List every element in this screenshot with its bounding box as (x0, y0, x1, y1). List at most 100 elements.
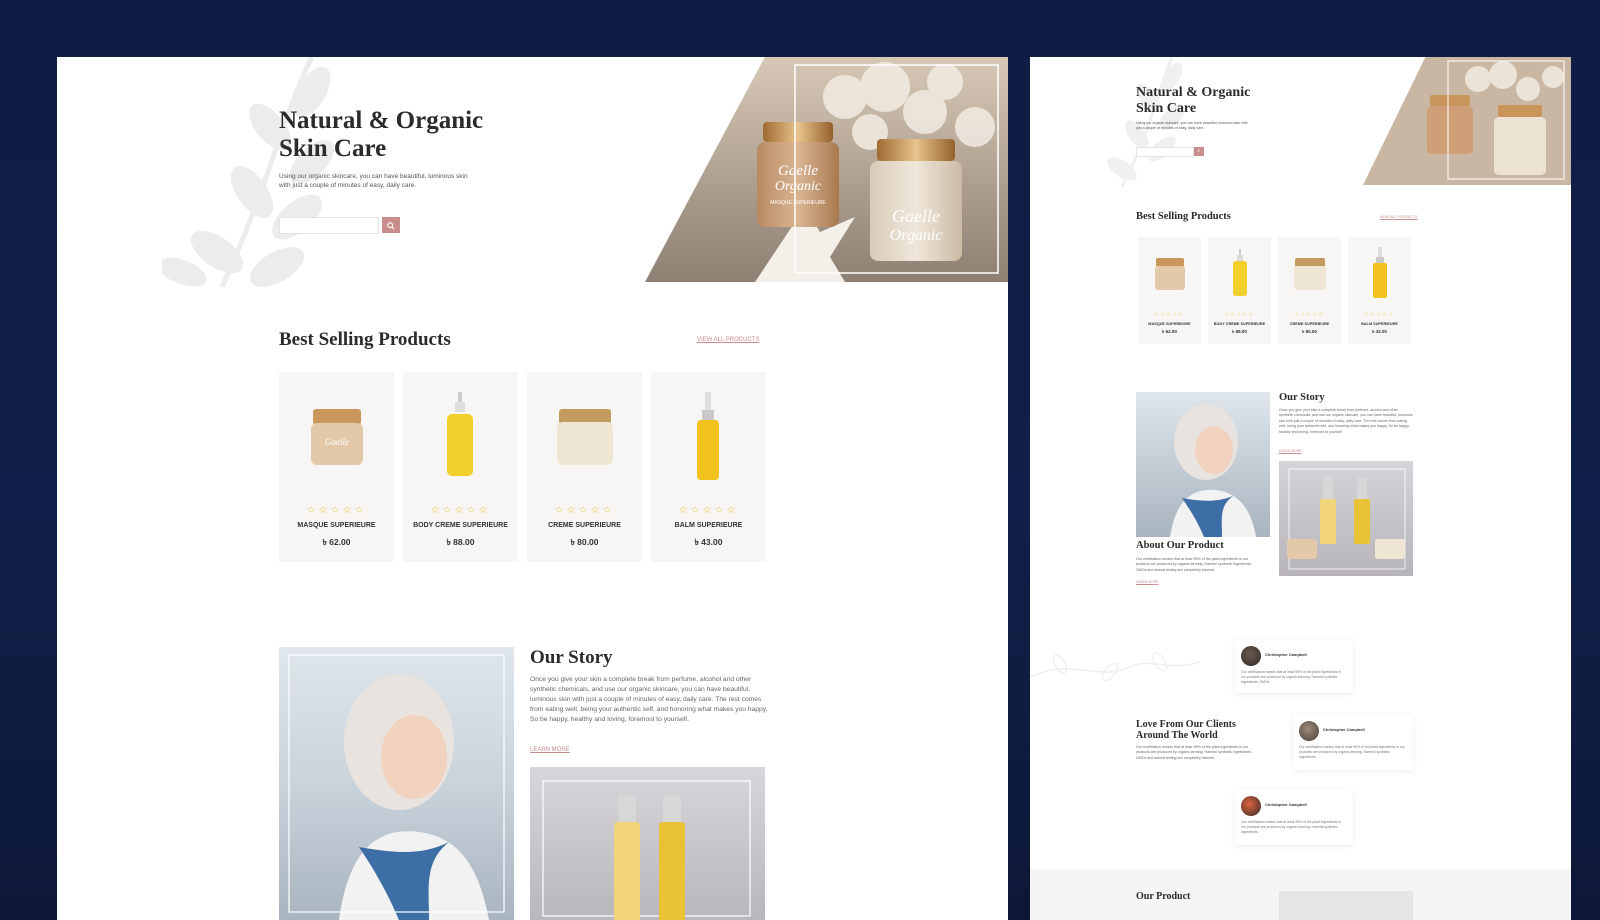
compact-product-image (1279, 461, 1413, 576)
our-product-image-placeholder (1279, 891, 1413, 920)
avatar (1299, 721, 1319, 741)
product-name[interactable]: BALM SUPERIEURE (651, 522, 766, 529)
testimonials-text: Our certification means that at least 95… (1136, 745, 1252, 760)
search-icon (387, 222, 395, 230)
compact-story-portrait (1136, 392, 1270, 537)
testimonial-text: Our certification means that at least 95… (1299, 745, 1405, 760)
hero-title-line2: Skin Care (279, 135, 387, 162)
testimonial-card: Christopher Campbell Our certification m… (1235, 790, 1353, 845)
svg-text:Gaelle: Gaelle (325, 437, 349, 447)
rating-stars: ☆☆☆☆☆ (554, 505, 615, 516)
product-card[interactable]: Gaelle ☆☆☆☆☆ MASQUE SUPERIEURE ৳ 62.00 (279, 372, 394, 562)
product-name[interactable]: BODY CREME SUPERIEURE (1208, 322, 1271, 326)
jar2-brand-line2: Organic (890, 227, 943, 244)
product-price: ৳ 62.00 (322, 537, 351, 547)
avatar (1241, 646, 1261, 666)
story-text: Once you give your skin a complete break… (530, 676, 768, 724)
product-price: ৳ 88.00 (446, 537, 475, 547)
compact-search-button[interactable]: ⌕ (1194, 147, 1204, 156)
compact-product-card[interactable]: ☆☆☆☆☆ MASQUE SUPERIEURE ৳ 62.00 (1138, 237, 1201, 344)
story-product-image (530, 767, 765, 920)
best-selling-title: Best Selling Products (279, 329, 451, 350)
testimonial-card: Christopher Campbell Our certification m… (1235, 640, 1353, 693)
hero-title-line1: Natural & Organic (279, 107, 484, 134)
product-card[interactable]: ☆☆☆☆☆ BODY CREME SUPERIEURE ৳ 88.00 (403, 372, 518, 562)
rating-stars: ☆☆☆☆☆ (1224, 312, 1255, 318)
compact-hero-title: Natural & Organic Skin Care (1136, 85, 1250, 116)
product-name[interactable]: CREME SUPERIEURE (527, 522, 642, 529)
jar2-brand-line1: Gaelle (892, 206, 940, 226)
compact-hero-title-line1: Natural & Organic (1136, 85, 1251, 100)
compact-story-learn-more[interactable]: LEARN MORE (1279, 449, 1301, 453)
compact-product-card[interactable]: ☆☆☆☆☆ CREME SUPERIEURE ৳ 80.00 (1278, 237, 1341, 344)
compact-about-title: About Our Product (1136, 540, 1224, 551)
jar-product-image: Gaelle (311, 409, 363, 465)
product-price: ৳ 80.00 (1302, 329, 1317, 334)
bottle-product-image (447, 392, 473, 476)
jar-product-image (1155, 258, 1185, 290)
product-card[interactable]: ☆☆☆☆☆ CREME SUPERIEURE ৳ 80.00 (527, 372, 642, 562)
story-portrait-image (279, 647, 514, 920)
compact-preview: Natural & Organic Skin Care Using our or… (1030, 57, 1571, 920)
jar1-brand-line1: Gaelle (778, 163, 818, 179)
testimonial-card: Christopher Campbell Our certification m… (1293, 715, 1413, 770)
product-name[interactable]: MASQUE SUPERIEURE (1138, 322, 1201, 326)
bottle-product-image (697, 392, 719, 480)
hero-image: Gaelle Organic Gaelle Organic MASQUE SUP… (645, 57, 1008, 282)
bottle-product-image (1373, 247, 1387, 298)
compact-hero-image (1363, 57, 1571, 185)
testimonials-title-line1: Love From Our Clients (1136, 719, 1236, 730)
rating-stars: ☆☆☆☆☆ (1364, 312, 1395, 318)
compact-view-all-link[interactable]: VIEW ALL PRODUCTS (1380, 215, 1417, 219)
jar-product-image (557, 409, 613, 465)
product-name[interactable]: BALM SUPERIEURE (1348, 322, 1411, 326)
search-button[interactable] (382, 217, 400, 233)
rating-stars: ☆☆☆☆☆ (678, 505, 739, 516)
testimonial-author: Christopher Campbell (1265, 802, 1307, 807)
hero-title: Natural & Organic Skin Care (279, 107, 483, 163)
view-all-products-link[interactable]: VIEW ALL PRODUCTS (697, 337, 759, 343)
product-name[interactable]: MASQUE SUPERIEURE (279, 522, 394, 529)
story-learn-more-link[interactable]: LEARN MORE (530, 747, 570, 753)
story-title: Our Story (530, 647, 613, 668)
jar1-brand-line2: Organic (775, 179, 822, 194)
bottle-product-image (1233, 249, 1247, 296)
testimonial-author: Christopher Campbell (1323, 727, 1365, 732)
product-price: ৳ 62.00 (1162, 329, 1177, 334)
compact-best-selling-title: Best Selling Products (1136, 211, 1231, 222)
hero-description: Using our organic skincare, you can have… (279, 173, 468, 190)
testimonial-text: Our certification means that at least 95… (1241, 670, 1341, 685)
compact-product-card[interactable]: ☆☆☆☆☆ BODY CREME SUPERIEURE ৳ 88.00 (1208, 237, 1271, 344)
desktop-preview: Natural & Organic Skin Care Using our or… (57, 57, 1008, 920)
product-price: ৳ 43.00 (1372, 329, 1387, 334)
vine-decoration-icon (1030, 652, 1200, 681)
compact-about-text: Our certification means that at least 95… (1136, 557, 1252, 572)
rating-stars: ☆☆☆☆☆ (1294, 312, 1325, 318)
compact-story-text: Once you give your skin a complete break… (1279, 408, 1413, 434)
product-card[interactable]: ☆☆☆☆☆ BALM SUPERIEURE ৳ 43.00 (651, 372, 766, 562)
compact-about-learn-more[interactable]: LEARN MORE (1136, 580, 1158, 584)
testimonials-title-line2: Around The World (1136, 730, 1218, 741)
rating-stars: ☆☆☆☆☆ (306, 505, 367, 516)
compact-search-input[interactable] (1136, 147, 1194, 157)
our-product-title: Our Product (1136, 891, 1191, 902)
jar-product-image (1294, 258, 1326, 290)
testimonial-text: Our certification means that at least 95… (1241, 820, 1341, 835)
product-price: ৳ 80.00 (570, 537, 599, 547)
search-input[interactable] (279, 217, 379, 234)
product-price: ৳ 43.00 (694, 537, 723, 547)
rating-stars: ☆☆☆☆☆ (1154, 312, 1185, 318)
compact-story-title: Our Story (1279, 392, 1325, 403)
testimonials-title: Love From Our Clients Around The World (1136, 719, 1236, 741)
compact-hero-title-line2: Skin Care (1136, 100, 1197, 116)
compact-hero-description: Using our organic skincare, you can have… (1136, 121, 1248, 131)
compact-product-card[interactable]: ☆☆☆☆☆ BALM SUPERIEURE ৳ 43.00 (1348, 237, 1411, 344)
product-name[interactable]: CREME SUPERIEURE (1278, 322, 1341, 326)
rating-stars: ☆☆☆☆☆ (430, 505, 491, 516)
jar1-subtitle: MASQUE SUPERIEURE (770, 200, 826, 206)
our-product-section: Our Product (1030, 869, 1571, 920)
avatar (1241, 796, 1261, 816)
testimonial-author: Christopher Campbell (1265, 652, 1307, 657)
product-price: ৳ 88.00 (1232, 329, 1247, 334)
product-name[interactable]: BODY CREME SUPERIEURE (403, 522, 518, 529)
